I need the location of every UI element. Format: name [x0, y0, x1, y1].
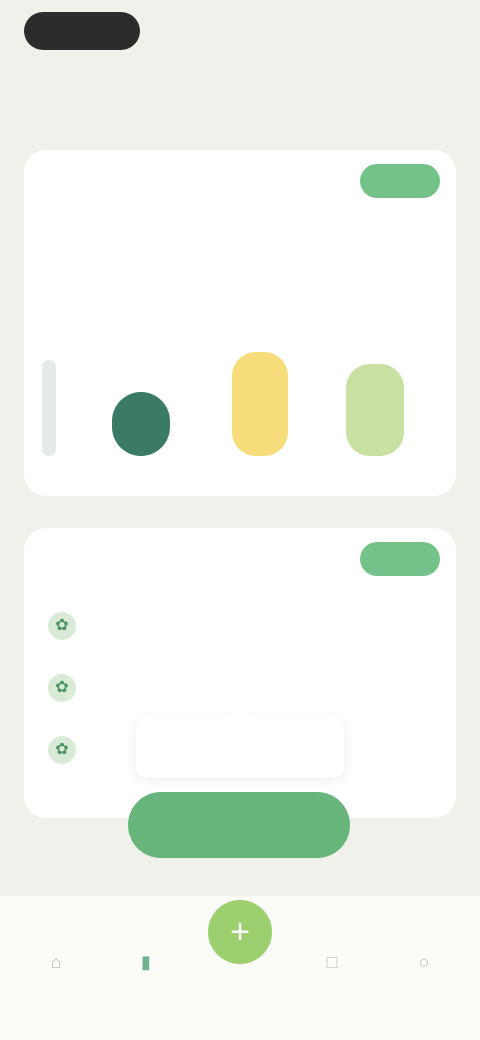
list-card-header [40, 542, 440, 576]
plus-icon[interactable]: + [208, 900, 272, 964]
tab-home[interactable]: ⌂ [26, 944, 86, 1004]
tab-profile[interactable]: ○ [394, 944, 454, 1004]
profile-icon: ○ [418, 952, 430, 972]
level-bar-0 [42, 360, 56, 456]
summary-chip-button[interactable] [360, 164, 440, 198]
list-item[interactable]: ✿ [42, 600, 438, 654]
leaf-icon: ✿ [48, 612, 76, 640]
level-bar-1 [112, 392, 170, 456]
level-bar-3 [346, 364, 404, 456]
dynamic-island [24, 12, 140, 50]
calendar-icon: □ [326, 952, 338, 972]
primary-cta-button[interactable] [128, 792, 350, 858]
tab-calendar[interactable]: □ [302, 944, 362, 1004]
summary-card-header [40, 164, 440, 198]
level-bar-2 [232, 352, 288, 456]
summary-card [24, 150, 456, 496]
list-chip-button[interactable] [360, 542, 440, 576]
bottom-tab-bar: + ⌂ ▮ □ ○ [0, 896, 480, 1040]
chart-icon: ▮ [141, 952, 151, 972]
status-bar [0, 0, 480, 64]
tab-stats[interactable]: ▮ [116, 944, 176, 1004]
home-icon: ⌂ [50, 952, 62, 972]
leaf-icon: ✿ [48, 736, 76, 764]
onboarding-tooltip [136, 704, 344, 778]
leaf-icon: ✿ [48, 674, 76, 702]
